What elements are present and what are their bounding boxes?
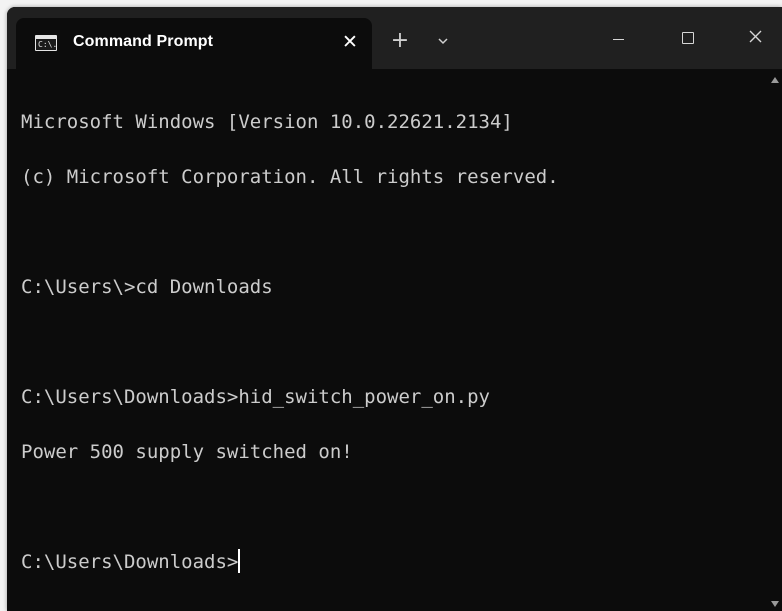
terminal-line: (c) Microsoft Corporation. All rights re… (21, 165, 559, 188)
tab-icon-text: C:\. (38, 40, 58, 49)
maximize-button[interactable] (664, 19, 710, 55)
close-icon (749, 30, 762, 43)
close-tab-button[interactable]: ✕ (338, 30, 362, 54)
terminal-line: Microsoft Windows [Version 10.0.22621.21… (21, 110, 513, 133)
chevron-down-icon (438, 38, 448, 45)
terminal-line: C:\Users\Downloads>hid_switch_power_on.p… (21, 385, 490, 408)
title-bar[interactable]: C:\. Command Prompt ✕ + (7, 7, 782, 69)
scroll-down-arrow-icon[interactable] (771, 601, 779, 607)
command-prompt-window: C:\. Command Prompt ✕ + Microsoft Window… (7, 7, 782, 611)
text-cursor (238, 548, 241, 573)
terminal-line: Power 500 supply switched on! (21, 440, 353, 463)
tab-dropdown-button[interactable] (434, 32, 452, 50)
new-tab-button[interactable]: + (388, 29, 412, 53)
terminal-prompt: C:\Users\Downloads> (21, 550, 239, 573)
command-prompt-icon: C:\. (35, 35, 57, 51)
maximize-icon (682, 32, 694, 44)
terminal-line: C:\Users\>cd Downloads (21, 275, 273, 298)
minimize-button[interactable] (595, 19, 641, 55)
minimize-icon (613, 39, 624, 40)
scroll-up-arrow-icon[interactable] (771, 77, 779, 83)
tab-command-prompt[interactable]: C:\. Command Prompt ✕ (16, 18, 372, 69)
terminal-prompt-line[interactable]: C:\Users\Downloads> (21, 548, 767, 577)
vertical-scrollbar[interactable] (768, 69, 782, 611)
close-window-button[interactable] (733, 19, 779, 55)
tab-title: Command Prompt (73, 33, 214, 50)
terminal-output[interactable]: Microsoft Windows [Version 10.0.22621.21… (7, 69, 767, 611)
